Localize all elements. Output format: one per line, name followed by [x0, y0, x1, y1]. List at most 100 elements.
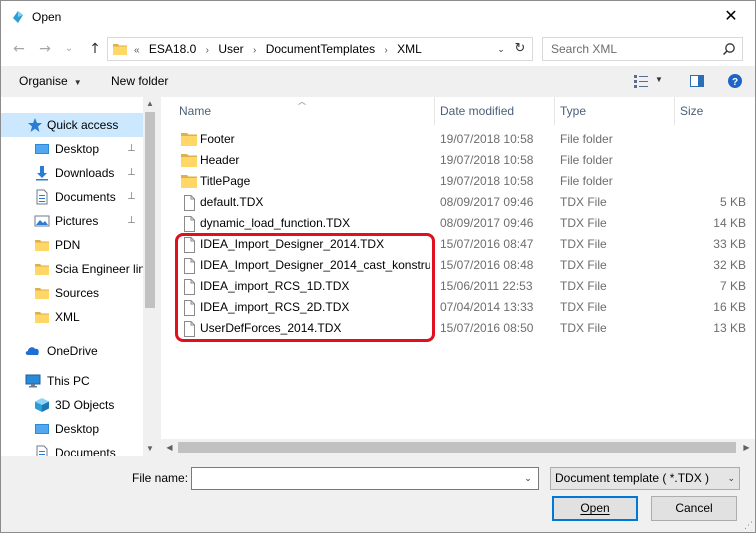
scrollbar-thumb[interactable] — [145, 112, 155, 308]
breadcrumb-separator[interactable]: › — [384, 45, 387, 56]
file-type: TDX File — [560, 279, 607, 293]
file-date: 19/07/2018 10:58 — [440, 174, 534, 188]
organise-menu[interactable]: Organise ▼ — [19, 74, 82, 88]
breadcrumb-separator[interactable]: › — [253, 45, 256, 56]
column-separator[interactable] — [434, 97, 435, 125]
nav-item-quick-access[interactable]: Quick access — [1, 113, 143, 137]
file-row[interactable]: IDEA_import_RCS_1D.TDX 15/06/2011 22:53 TD… — [161, 276, 755, 297]
file-row[interactable]: dynamic_load_function.TDX 08/09/2017 09:4… — [161, 213, 755, 234]
view-options-dropdown[interactable]: ▼ — [655, 75, 663, 84]
file-name: UserDefForces_2014.TDX — [200, 321, 342, 335]
nav-item-desktop[interactable]: Desktop ⊥ — [1, 137, 143, 161]
file-row[interactable]: Header 19/07/2018 10:58 File folder — [161, 150, 755, 171]
window-title: Open — [32, 10, 62, 24]
pictures-icon — [34, 215, 50, 227]
recent-locations-button[interactable]: ⌄ — [61, 40, 77, 58]
nav-item-documents-pc[interactable]: Documents — [1, 441, 143, 456]
file-name-input[interactable] — [192, 468, 512, 489]
new-folder-button[interactable]: New folder — [111, 74, 168, 88]
back-button[interactable]: ← — [11, 40, 27, 58]
nav-item-label: XML — [55, 310, 80, 324]
nav-item-pdn[interactable]: PDN — [1, 233, 143, 257]
breadcrumb-item[interactable]: XML — [397, 42, 422, 56]
scrollbar-thumb[interactable] — [178, 442, 736, 453]
column-separator[interactable] — [554, 97, 555, 125]
view-list-icon — [634, 75, 648, 88]
scroll-up-arrow-icon[interactable]: ▲ — [143, 97, 157, 111]
scroll-left-arrow-icon[interactable]: ◀ — [161, 439, 178, 456]
nav-item-scia-engineer[interactable]: Scia Engineer lin — [1, 257, 143, 281]
file-row[interactable]: TitlePage 19/07/2018 10:58 File folder — [161, 171, 755, 192]
cube-icon — [35, 398, 49, 412]
breadcrumb-separator[interactable]: › — [206, 45, 209, 56]
chevron-down-icon[interactable]: ⌄ — [520, 468, 536, 489]
folder-icon — [181, 133, 197, 146]
download-icon — [36, 166, 48, 181]
file-size: 7 KB — [719, 279, 746, 293]
column-header-date[interactable]: Date modified — [440, 97, 514, 125]
resize-grip[interactable]: ⋰ — [744, 521, 753, 530]
up-arrow-icon: ↑ — [89, 41, 101, 57]
file-icon — [184, 195, 195, 211]
nav-item-label: Sources — [55, 286, 100, 300]
nav-item-documents[interactable]: Documents ⊥ — [1, 185, 143, 209]
file-date: 15/06/2011 22:53 — [440, 279, 533, 293]
nav-item-label: Documents — [55, 446, 116, 456]
scroll-down-arrow-icon[interactable]: ▼ — [143, 442, 157, 456]
pin-icon: ⊥ — [127, 191, 136, 202]
close-button[interactable]: ✕ — [709, 1, 753, 31]
open-button[interactable]: Open — [552, 496, 638, 521]
nav-item-pictures[interactable]: Pictures ⊥ — [1, 209, 143, 233]
caret-down-icon: ▼ — [73, 78, 82, 87]
forward-button[interactable]: → — [37, 40, 53, 58]
address-bar[interactable]: « ESA18.0 › User › DocumentTemplates › X… — [107, 37, 533, 61]
column-header-size[interactable]: Size — [680, 97, 703, 125]
search-box — [542, 37, 743, 61]
up-button[interactable]: ↑ — [87, 40, 103, 58]
file-row[interactable]: IDEA_import_RCS_2D.TDX 07/04/2014 13:33 TD… — [161, 297, 755, 318]
title-bar: Open ✕ — [1, 1, 755, 32]
nav-item-3d-objects[interactable]: 3D Objects — [1, 393, 143, 417]
preview-pane-button[interactable] — [689, 73, 705, 92]
breadcrumb-overflow[interactable]: « — [134, 45, 140, 56]
help-button[interactable]: ? — [727, 73, 743, 92]
file-size: 5 KB — [719, 195, 746, 209]
search-icon — [722, 43, 735, 56]
file-row[interactable]: IDEA_Import_Designer_2014.TDX 15/07/2016 … — [161, 234, 755, 255]
nav-item-desktop-pc[interactable]: Desktop — [1, 417, 143, 441]
breadcrumb-item[interactable]: ESA18.0 — [149, 42, 196, 56]
nav-item-label: PDN — [55, 238, 81, 252]
column-separator[interactable] — [674, 97, 675, 125]
nav-item-label: Downloads — [55, 166, 115, 180]
nav-item-label: This PC — [47, 374, 90, 388]
folder-icon — [181, 175, 197, 188]
file-list: ︿ Name Date modified Type Size Footer 19/… — [161, 97, 755, 456]
nav-scrollbar[interactable]: ▲ ▼ — [143, 97, 157, 456]
navigation-pane: Quick access Desktop ⊥ Downloads ⊥ Docum… — [1, 97, 157, 456]
column-header-type[interactable]: Type — [560, 97, 586, 125]
refresh-button[interactable]: ↻ — [511, 38, 529, 60]
file-row[interactable]: Footer 19/07/2018 10:58 File folder — [161, 129, 755, 150]
breadcrumb-item[interactable]: User — [218, 42, 243, 56]
address-dropdown-button[interactable]: ⌄ — [494, 38, 508, 60]
file-type: TDX File — [560, 216, 607, 230]
nav-item-xml[interactable]: XML — [1, 305, 143, 329]
file-row[interactable]: IDEA_Import_Designer_2014_cast_konstrukc… — [161, 255, 755, 276]
organise-label: Organise — [19, 74, 68, 88]
nav-item-this-pc[interactable]: This PC — [1, 369, 143, 393]
nav-item-downloads[interactable]: Downloads ⊥ — [1, 161, 143, 185]
view-options-button[interactable] — [633, 73, 649, 92]
nav-item-sources[interactable]: Sources — [1, 281, 143, 305]
file-row[interactable]: default.TDX 08/09/2017 09:46 TDX File 5 KB — [161, 192, 755, 213]
breadcrumb-item[interactable]: DocumentTemplates — [266, 42, 375, 56]
file-type-select[interactable]: Document template ( *.TDX ) ⌄ — [550, 467, 740, 490]
scroll-right-arrow-icon[interactable]: ▶ — [738, 439, 755, 456]
file-row[interactable]: UserDefForces_2014.TDX 15/07/2016 08:50 TD… — [161, 318, 755, 339]
cancel-button[interactable]: Cancel — [651, 496, 737, 521]
search-input[interactable] — [543, 38, 718, 60]
nav-item-onedrive[interactable]: OneDrive — [1, 339, 143, 363]
column-header-name[interactable]: Name — [179, 97, 211, 125]
file-name-combobox: ⌄ — [191, 467, 539, 490]
horizontal-scrollbar[interactable]: ◀ ▶ — [161, 439, 755, 456]
file-type: TDX File — [560, 258, 607, 272]
